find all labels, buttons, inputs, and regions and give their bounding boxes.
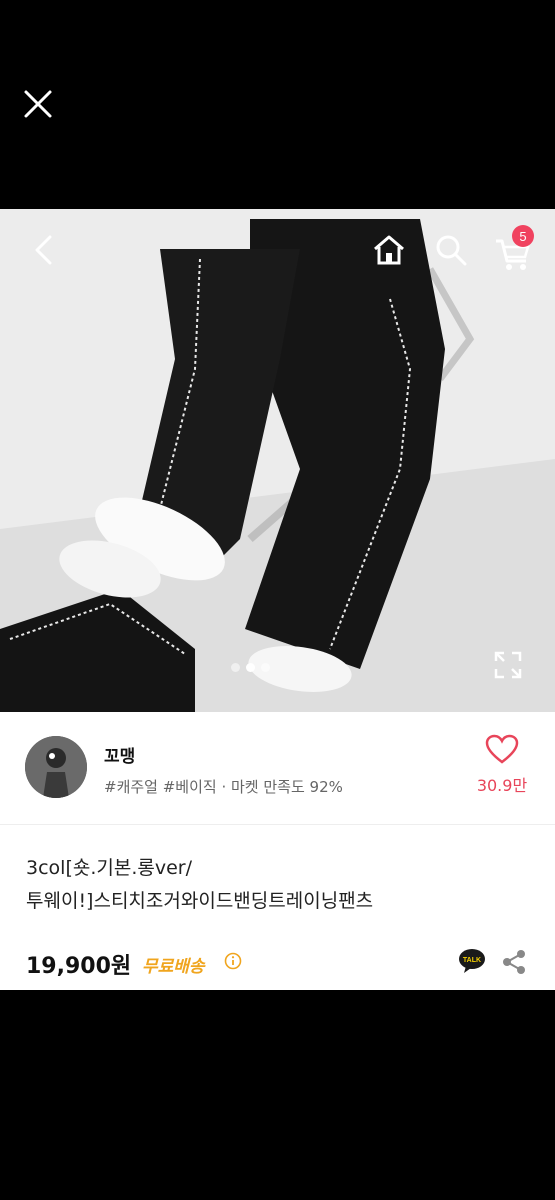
product-title-line1: 3col[숏.기본.롱ver/ [26, 857, 192, 879]
back-arrow-icon [35, 235, 52, 265]
divider [0, 824, 555, 825]
back-button[interactable] [28, 233, 60, 267]
product-title-line2: 투웨이!]스티치조거와이드밴딩트레이닝팬츠 [26, 890, 374, 912]
seller-avatar[interactable] [25, 736, 87, 798]
like-button[interactable]: 30.9만 [472, 734, 532, 814]
close-button[interactable] [20, 86, 56, 122]
slide-dot[interactable] [231, 663, 240, 672]
product-title: 3col[숏.기본.롱ver/ 투웨이!]스티치조거와이드밴딩트레이닝팬츠 [26, 852, 526, 918]
seller-name[interactable]: 꼬맹 [104, 742, 135, 767]
search-button[interactable] [432, 231, 470, 269]
avatar-image [25, 736, 87, 798]
product-price: 19,900원 [26, 954, 132, 979]
home-icon [374, 235, 404, 265]
seller-row[interactable]: 꼬맹 #캐주얼 #베이직 · 마켓 만족도 92% 30.9만 [0, 712, 555, 824]
expand-image-button[interactable] [492, 649, 524, 681]
search-icon [436, 235, 467, 266]
svg-text:TALK: TALK [463, 957, 481, 964]
close-icon [24, 90, 52, 118]
slide-dot[interactable] [261, 663, 270, 672]
home-button[interactable] [370, 231, 408, 269]
info-icon [224, 952, 242, 970]
product-photo [0, 209, 555, 712]
like-count: 30.9만 [476, 776, 528, 795]
expand-icon [494, 651, 522, 679]
cart-count-badge: 5 [512, 225, 534, 247]
slide-indicator [231, 663, 270, 672]
talk-icon: TALK [459, 949, 485, 973]
seller-tags: #캐주얼 #베이직 · 마켓 만족도 92% [104, 778, 343, 796]
share-button[interactable] [500, 948, 528, 976]
heart-icon [485, 734, 519, 764]
free-shipping-label: 무료배송 [142, 957, 205, 977]
product-info-card: 꼬맹 #캐주얼 #베이직 · 마켓 만족도 92% 30.9만 3col[숏.기… [0, 712, 555, 990]
share-icon [503, 950, 525, 974]
shipping-info-button[interactable] [224, 952, 242, 970]
product-image-gallery[interactable]: 5 [0, 209, 555, 712]
slide-dot-active[interactable] [246, 663, 255, 672]
kakao-talk-button[interactable]: TALK [458, 948, 486, 974]
